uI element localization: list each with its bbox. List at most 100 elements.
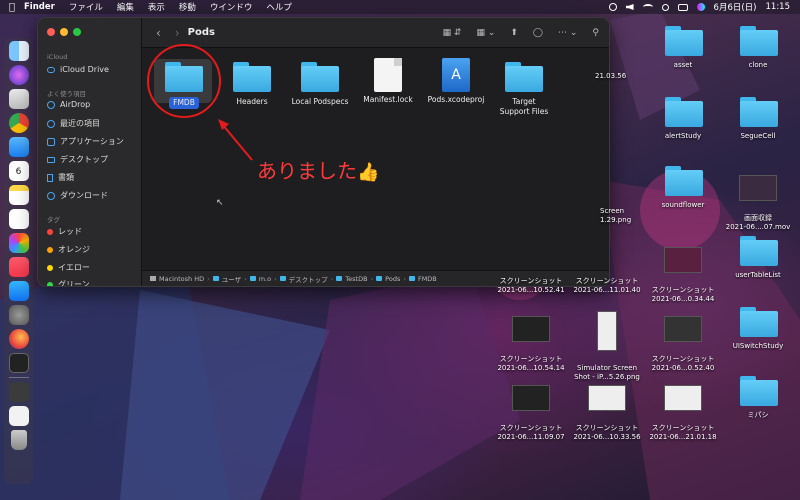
desktop-item-screenshot-5[interactable]: スクリーンショット 2021-06...0.52.40 xyxy=(646,307,720,373)
file-item-headers[interactable]: Headers xyxy=(217,62,287,107)
window-controls xyxy=(47,28,81,36)
siri-icon[interactable] xyxy=(696,3,705,11)
file-label: Target Support Files xyxy=(499,97,549,116)
reminders-icon[interactable] xyxy=(8,209,29,229)
menu-time[interactable]: 11:15 xyxy=(766,2,791,12)
firefox-icon[interactable] xyxy=(8,329,29,349)
folder-icon xyxy=(740,307,778,337)
zoom-button[interactable] xyxy=(73,28,81,36)
desktop-item-usertablelist[interactable]: userTableList xyxy=(721,236,795,280)
sidebar-tag-yellow[interactable]: イエロー xyxy=(47,262,90,273)
system-preferences-icon[interactable] xyxy=(8,305,29,325)
menu-go[interactable]: 移動 xyxy=(179,1,196,13)
file-item-target-support-files[interactable]: Target Support Files xyxy=(489,62,559,117)
minimize-button[interactable] xyxy=(60,28,68,36)
siri-app-icon[interactable] xyxy=(8,65,29,85)
share-icon[interactable]: ⬆ xyxy=(510,28,518,38)
desktop-item-clone[interactable]: clone xyxy=(721,26,795,70)
sidebar-item-recents[interactable]: 最近の項目 xyxy=(47,118,100,129)
search-icon[interactable] xyxy=(661,3,669,11)
sidebar-item-label: AirDrop xyxy=(60,100,91,109)
menu-help[interactable]: ヘルプ xyxy=(266,1,292,13)
search-icon[interactable]: ⚲ xyxy=(592,28,599,38)
sidebar-tag-orange[interactable]: オレンジ xyxy=(47,244,90,255)
sidebar-tag-red[interactable]: レッド xyxy=(47,226,82,237)
folder-icon xyxy=(233,62,271,92)
sidebar-item-airdrop[interactable]: AirDrop xyxy=(47,100,90,109)
menu-edit[interactable]: 編集 xyxy=(117,1,134,13)
view-mode-icon[interactable]: ▦ ⇵ xyxy=(443,28,462,38)
path-item[interactable]: デスクトップ xyxy=(289,274,328,284)
path-item[interactable]: FMDB xyxy=(418,275,437,283)
finder-icon[interactable] xyxy=(8,41,29,61)
tag-icon[interactable]: ◯ xyxy=(533,28,543,38)
volume-icon[interactable] xyxy=(625,4,634,10)
desktop-item-screenshot-3[interactable]: スクリーンショット 2021-06...0.34.44 xyxy=(646,238,720,304)
file-item-local-podspecs[interactable]: Local Podspecs xyxy=(285,62,355,107)
group-icon[interactable]: ▦ ⌄ xyxy=(476,28,495,38)
menu-date[interactable]: 6月6日(日) xyxy=(714,1,757,13)
desktop-item-label: SegueCell xyxy=(740,132,776,140)
desktop-item-label: スクリーンショット 2021-06...11.09.07 xyxy=(497,424,565,441)
desktop-item-uiswitchstudy[interactable]: UISwitchStudy xyxy=(721,307,795,351)
chrome-icon[interactable] xyxy=(8,113,29,133)
calendar-icon[interactable]: 6 xyxy=(8,161,29,181)
desktop-item-screenshot-8[interactable]: スクリーンショット 2021-06...21.01.18 xyxy=(646,376,720,442)
menu-app-finder[interactable]: Finder xyxy=(24,2,55,12)
desktop-item-screen-recording[interactable]: 画面収録 2021-06....07.mov xyxy=(721,166,795,232)
file-label: Local Podspecs xyxy=(291,97,349,106)
documents-stack-icon[interactable] xyxy=(8,406,29,426)
wifi-icon[interactable] xyxy=(642,4,653,10)
desktop-item-seguecell[interactable]: SegueCell xyxy=(721,97,795,141)
sidebar-item-applications[interactable]: アプリケーション xyxy=(47,136,124,147)
desktop-item-mipashi[interactable]: ミパシ xyxy=(721,376,795,420)
forward-button[interactable]: › xyxy=(175,26,180,40)
desktop-item-screenshot-4[interactable]: スクリーンショット 2021-06...10.54.14 xyxy=(494,307,568,373)
sidebar-item-icloud-drive[interactable]: iCloud Drive xyxy=(47,65,109,74)
thumbs-up-icon: 👍 xyxy=(357,162,380,183)
music-icon[interactable] xyxy=(8,257,29,277)
desktop-item-screenshot-6[interactable]: スクリーンショット 2021-06...11.09.07 xyxy=(494,376,568,442)
launchpad-icon[interactable] xyxy=(8,89,29,109)
menu-view[interactable]: 表示 xyxy=(148,1,165,13)
sidebar-item-documents[interactable]: 書類 xyxy=(47,172,74,183)
control-center-icon[interactable] xyxy=(677,3,688,11)
downloads-stack-icon[interactable] xyxy=(8,382,29,402)
app-store-icon[interactable] xyxy=(8,281,29,301)
annotation-text: ありました👍 xyxy=(257,155,379,184)
script-icon[interactable] xyxy=(608,3,617,11)
sidebar-item-downloads[interactable]: ダウンロード xyxy=(47,190,108,201)
menu-window[interactable]: ウインドウ xyxy=(210,1,253,13)
path-item[interactable]: Macintosh HD xyxy=(159,275,204,283)
file-item-pods-xcodeproj[interactable]: A Pods.xcodeproj xyxy=(421,58,491,105)
sidebar-item-desktop[interactable]: デスクトップ xyxy=(47,154,108,165)
terminal-icon[interactable] xyxy=(8,353,29,373)
close-button[interactable] xyxy=(47,28,55,36)
path-item[interactable]: ユーザ xyxy=(222,274,241,284)
photos-icon[interactable] xyxy=(8,233,29,253)
path-item[interactable]: TestDB xyxy=(345,275,367,283)
apple-icon[interactable]:  xyxy=(0,2,24,13)
desktop-item-label: alertStudy xyxy=(664,132,702,140)
mail-icon[interactable] xyxy=(8,137,29,157)
desktop-item-alertstudy[interactable]: alertStudy xyxy=(646,97,720,141)
desktop-item-simulator-screenshot[interactable]: Simulator Screen Shot - iP...5.26.png xyxy=(570,302,644,382)
sidebar-tag-green[interactable]: グリーン xyxy=(47,279,90,286)
back-button[interactable]: ‹ xyxy=(156,26,161,40)
trash-icon[interactable] xyxy=(10,430,27,450)
desktop-item-soundflower[interactable]: soundflower xyxy=(646,166,720,210)
desktop-item-screenshot-1[interactable]: スクリーンショット 2021-06...10.52.41 xyxy=(494,268,568,295)
desktop-item-asset[interactable]: asset xyxy=(646,26,720,70)
window-title: Pods xyxy=(187,27,215,38)
menu-file[interactable]: ファイル xyxy=(69,1,103,13)
path-item[interactable]: Pods xyxy=(385,275,400,283)
file-item-manifest-lock[interactable]: Manifest.lock xyxy=(353,58,423,105)
desktop-item-screenshot-2[interactable]: スクリーンショット 2021-06...11.01.40 xyxy=(570,268,644,295)
desktop-partial-label: Screen xyxy=(600,207,625,215)
action-menu-icon[interactable]: ⋯ ⌄ xyxy=(558,28,577,38)
path-item[interactable]: m.o xyxy=(259,275,271,283)
notes-icon[interactable] xyxy=(8,185,29,205)
annotation-circle xyxy=(147,44,221,118)
sidebar-section-tags: タグ xyxy=(47,216,60,224)
desktop-item-screenshot-7[interactable]: スクリーンショット 2021-06...10.33.56 xyxy=(570,376,644,442)
